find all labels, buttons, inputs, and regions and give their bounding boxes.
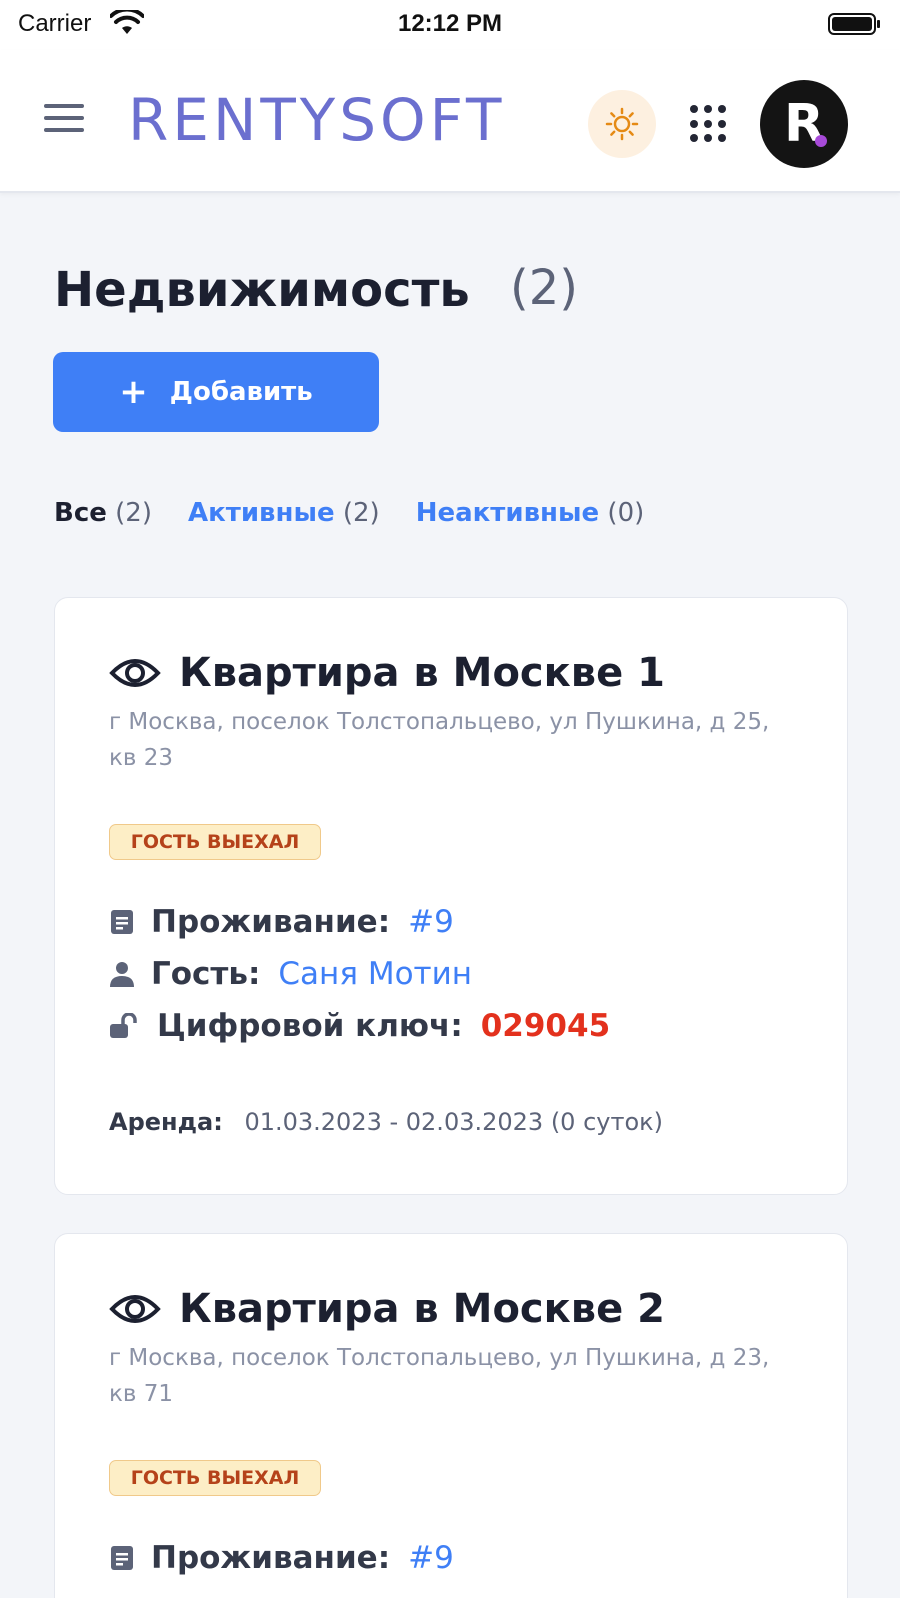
stay-row: Проживание: #9 [109,904,454,940]
add-button-label: Добавить [169,377,313,407]
apps-grid-icon[interactable] [690,105,728,143]
clock: 12:12 PM [397,10,503,37]
guest-label: Гость: [151,956,261,992]
document-icon [111,1546,133,1570]
property-card: Квартира в Москве 1 г Москва, поселок То… [54,597,848,1195]
guest-link[interactable]: Саня Мотин [278,956,472,992]
property-title[interactable]: Квартира в Москве 2 [179,1286,665,1332]
filter-tabs: Все (2) Активные (2) Неактивные (0) [54,498,680,528]
battery-icon [828,13,880,35]
status-bar: Carrier 12:12 PM [0,0,900,50]
property-address: г Москва, поселок Толстопальцево, ул Пуш… [109,1345,770,1407]
stay-link[interactable]: #9 [408,1540,454,1576]
stay-label: Проживание: [151,904,391,940]
page-count: (2) [510,260,578,316]
guest-row: Гость: Саня Мотин [109,956,472,992]
rentysoft-logo[interactable]: RENTYSOFT [128,90,505,150]
stay-label: Проживание: [151,1540,391,1576]
page-title: Недвижимость [54,262,470,318]
rent-dates: 01.03.2023 - 02.03.2023 (0 суток) [244,1108,663,1136]
sun-icon [605,107,639,141]
property-header[interactable]: Квартира в Москве 1 [109,650,665,696]
stay-link[interactable]: #9 [408,904,454,940]
user-icon [110,962,134,987]
property-title[interactable]: Квартира в Москве 1 [179,650,665,696]
property-card: Квартира в Москве 2 г Москва, поселок То… [54,1233,848,1598]
property-header[interactable]: Квартира в Москве 2 [109,1286,665,1332]
theme-toggle-button[interactable] [588,90,656,158]
filter-inactive[interactable]: Неактивные (0) [416,498,645,528]
status-badge: ГОСТЬ ВЫЕХАЛ [109,1460,321,1496]
unlock-icon [110,1013,137,1038]
digital-key-row: Цифровой ключ: 029045 [109,1008,610,1044]
avatar-dot [815,135,827,147]
document-icon [111,910,133,934]
eye-icon[interactable] [109,1289,161,1329]
property-address: г Москва, поселок Толстопальцево, ул Пуш… [109,709,770,771]
stay-row: Проживание: #9 [109,1540,454,1576]
status-badge: ГОСТЬ ВЫЕХАЛ [109,824,321,860]
filter-all[interactable]: Все (2) [54,498,152,528]
top-navbar: RENTYSOFT R [0,50,900,193]
eye-icon[interactable] [109,653,161,693]
menu-icon[interactable] [44,104,86,136]
avatar[interactable]: R [760,80,848,168]
digital-key-value: 029045 [480,1008,611,1044]
plus-icon: + [119,372,148,412]
rent-period: Аренда: 01.03.2023 - 02.03.2023 (0 суток… [109,1108,663,1136]
digital-key-label: Цифровой ключ: [157,1008,463,1044]
filter-active[interactable]: Активные (2) [188,498,380,528]
add-property-button[interactable]: + Добавить [53,352,379,432]
rent-label: Аренда: [109,1108,223,1136]
